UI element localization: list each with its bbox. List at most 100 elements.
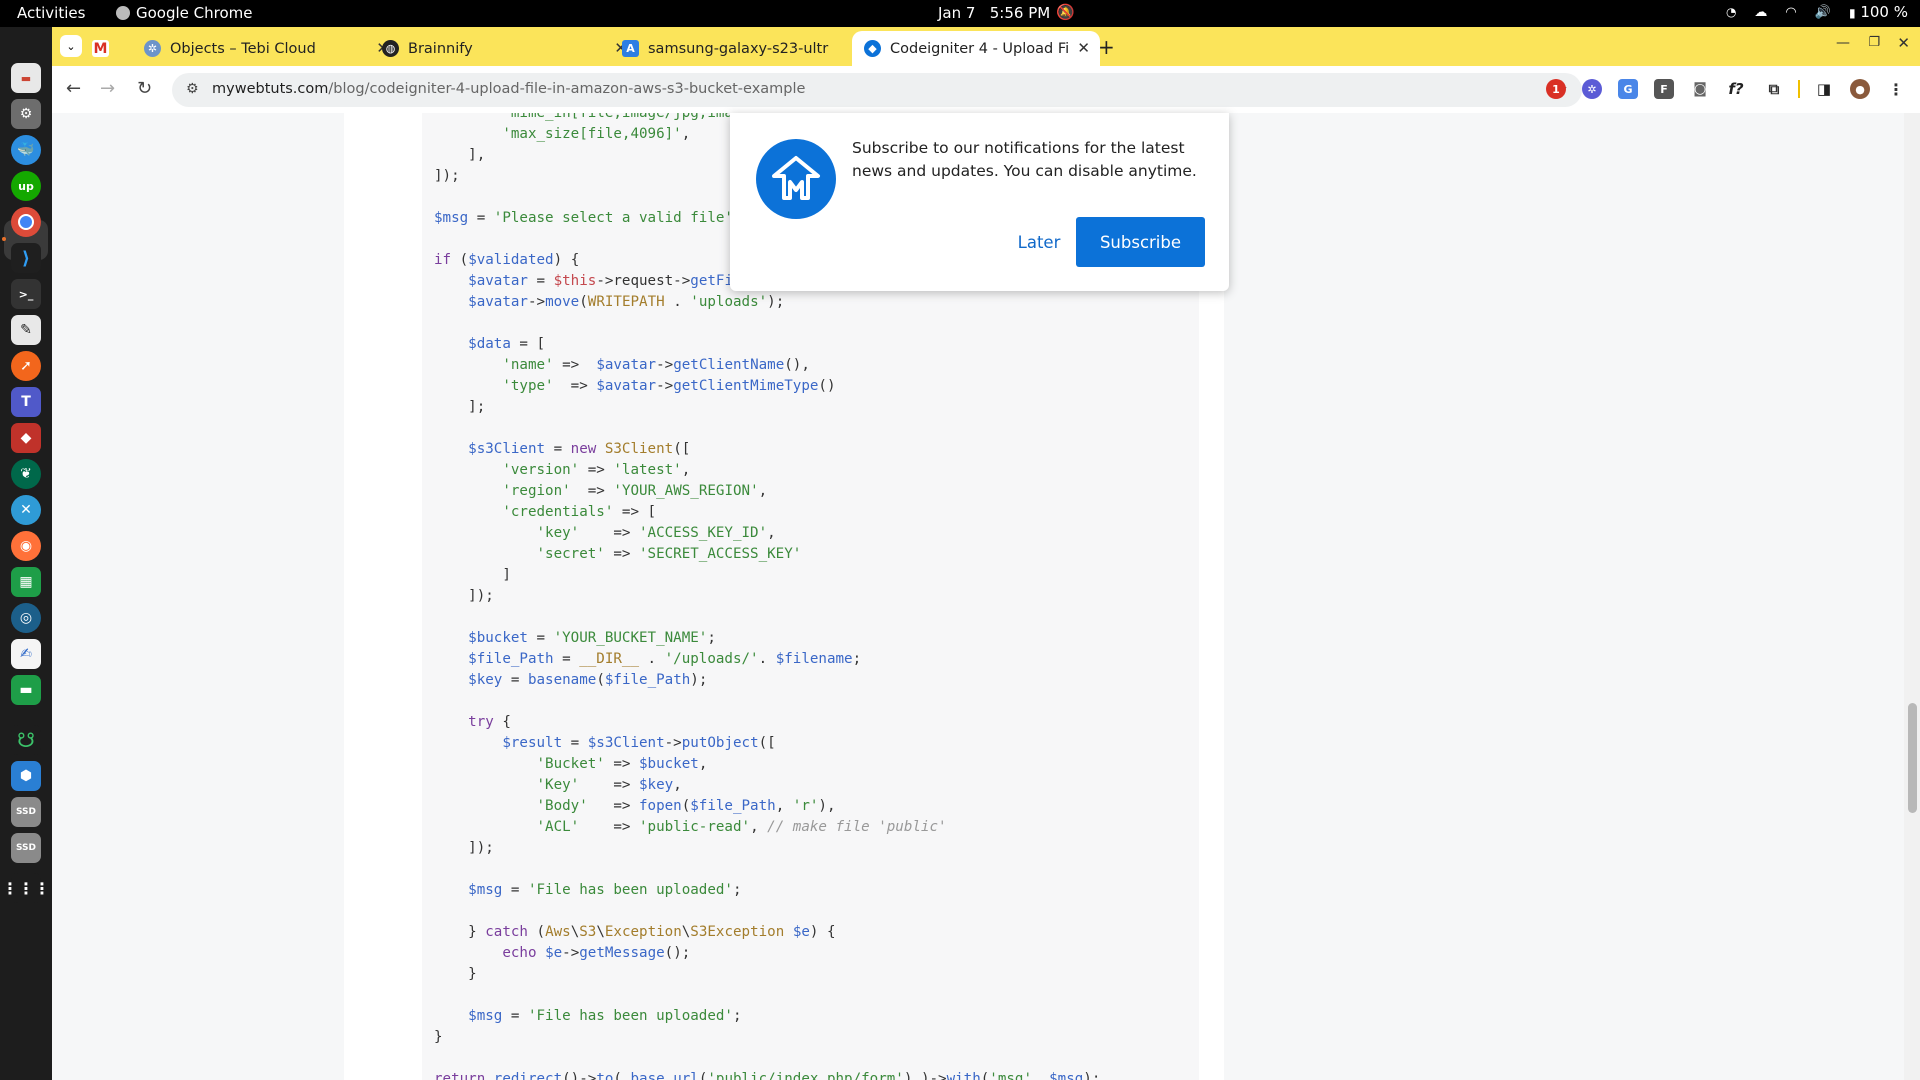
docker-icon[interactable]: 🐳 bbox=[11, 135, 41, 165]
tab-brainnify[interactable]: ◍ Brainnify ✕ bbox=[382, 31, 637, 66]
package-icon[interactable]: ⬢ bbox=[11, 761, 41, 791]
teams-icon[interactable]: T bbox=[11, 387, 41, 417]
gmail-icon: M bbox=[92, 40, 109, 57]
show-apps-icon[interactable]: ⋮⋮⋮ bbox=[2, 873, 50, 903]
toolbar-divider bbox=[1798, 80, 1800, 98]
code-line: ], bbox=[434, 147, 486, 163]
inkscape-icon[interactable]: ✎ bbox=[11, 315, 41, 345]
minimize-button[interactable]: — bbox=[1836, 35, 1850, 51]
battery-indicator: ▮ 100 % bbox=[1849, 3, 1908, 21]
mysql-workbench-icon[interactable]: ◎ bbox=[11, 603, 41, 633]
tab-title: Brainnify bbox=[408, 40, 473, 57]
code-line: ]); bbox=[434, 168, 460, 184]
code-line: ] bbox=[434, 567, 511, 583]
firefox-icon[interactable]: ◉ bbox=[11, 531, 41, 561]
code-line: return redirect()->to( base_url('public/… bbox=[434, 1071, 1101, 1080]
app-icon[interactable]: ✕ bbox=[11, 495, 41, 525]
forward-button[interactable]: → bbox=[100, 78, 115, 99]
tab-title: Objects – Tebi Cloud bbox=[170, 40, 316, 57]
code-line: $msg = 'File has been uploaded'; bbox=[468, 1008, 742, 1024]
google-translate-icon[interactable]: G bbox=[1618, 79, 1638, 99]
system-tray[interactable]: ◔ ☁ ◠ 🔊 ▮ 100 % bbox=[1726, 3, 1908, 21]
code-line: 'region' => 'YOUR_AWS_REGION', bbox=[502, 483, 768, 499]
extension-gear-icon[interactable]: ✲ bbox=[1582, 79, 1602, 99]
code-line: 'name' => $avatar->getClientName(), bbox=[502, 357, 810, 373]
popup-message: Subscribe to our notifications for the l… bbox=[852, 139, 1197, 180]
terminal-icon[interactable]: >_ bbox=[11, 279, 41, 309]
code-line: 'version' => 'latest', bbox=[502, 462, 691, 478]
chat-icon[interactable]: ▬ bbox=[11, 675, 41, 705]
wifi-icon: ◠ bbox=[1785, 4, 1797, 20]
scrollbar-thumb[interactable] bbox=[1908, 703, 1917, 813]
url-path: /blog/codeigniter-4-upload-file-in-amazo… bbox=[328, 81, 806, 97]
menu-kebab-icon[interactable]: ⋮ bbox=[1886, 79, 1906, 99]
settings-icon[interactable]: ⚙ bbox=[11, 99, 41, 129]
extension-f-icon[interactable]: F bbox=[1654, 79, 1674, 99]
site-info-icon[interactable]: ⚙ bbox=[186, 81, 199, 97]
back-button[interactable]: ← bbox=[66, 78, 81, 99]
clock[interactable]: Jan 7 5:56 PM bbox=[938, 4, 1050, 22]
code-line: 'max_size[file,4096]', bbox=[502, 126, 691, 142]
drive-icon[interactable]: SSD bbox=[11, 797, 41, 827]
close-icon[interactable]: ✕ bbox=[1077, 39, 1090, 57]
tab-title: Codeigniter 4 - Upload Fi bbox=[890, 40, 1070, 57]
window-close-button[interactable]: ✕ bbox=[1897, 34, 1910, 52]
gitkraken-icon[interactable]: ☋ bbox=[11, 725, 41, 755]
code-line: 'credentials' => [ bbox=[502, 504, 657, 520]
browser-toolbar: ← → ↻ ⚙ mywebtuts.com/blog/codeigniter-4… bbox=[52, 66, 1920, 113]
address-bar[interactable]: ⚙ mywebtuts.com/blog/codeigniter-4-uploa… bbox=[172, 73, 1582, 107]
camera-icon[interactable]: ◙ bbox=[1690, 79, 1710, 99]
mywebtuts-logo-icon bbox=[756, 139, 836, 219]
extensions-puzzle-icon[interactable]: ⧉ bbox=[1764, 79, 1784, 99]
code-line: 'secret' => 'SECRET_ACCESS_KEY' bbox=[536, 546, 802, 562]
files-icon[interactable]: ▬ bbox=[11, 63, 41, 93]
code-line: 'Body' => fopen($file_Path, 'r'), bbox=[536, 798, 836, 814]
app-name: Google Chrome bbox=[136, 4, 253, 22]
cloud-icon: ☁ bbox=[1754, 4, 1768, 20]
chrome-icon bbox=[116, 6, 130, 20]
reload-button[interactable]: ↻ bbox=[137, 78, 152, 99]
upwork-icon[interactable]: up bbox=[11, 171, 41, 201]
new-tab-button[interactable]: + bbox=[1098, 35, 1115, 59]
code-line: $file_Path = __DIR__ . '/uploads/'. $fil… bbox=[468, 651, 862, 667]
mongodb-icon[interactable]: ❦ bbox=[11, 459, 41, 489]
tab-codeigniter[interactable]: ◆ Codeigniter 4 - Upload Fi ✕ bbox=[852, 31, 1100, 66]
subscribe-button[interactable]: Subscribe bbox=[1076, 217, 1205, 267]
code-line: 'key' => 'ACCESS_KEY_ID', bbox=[536, 525, 776, 541]
app-menu[interactable]: Google Chrome bbox=[116, 4, 253, 22]
tab-search-button[interactable]: ⌄ bbox=[60, 35, 82, 57]
vscode-icon[interactable]: ⟩ bbox=[11, 243, 41, 273]
scrollbar[interactable] bbox=[1904, 113, 1920, 1080]
chrome-dock-icon[interactable] bbox=[11, 207, 41, 237]
activities-button[interactable]: Activities bbox=[17, 4, 85, 22]
tab-title: samsung-galaxy-s23-ultr bbox=[648, 40, 829, 57]
font-identifier-icon[interactable]: f? bbox=[1726, 79, 1746, 99]
code-line: 'type' => $avatar->getClientMimeType() bbox=[502, 378, 836, 394]
notifications-muted-icon: 🔕 bbox=[1056, 3, 1075, 21]
drive-icon-2[interactable]: SSD bbox=[11, 833, 41, 863]
code-line: $key = basename($file_Path); bbox=[468, 672, 708, 688]
code-line: $bucket = 'YOUR_BUCKET_NAME'; bbox=[468, 630, 716, 646]
profile-avatar[interactable]: ● bbox=[1850, 79, 1870, 99]
tab-gmail[interactable]: M bbox=[92, 31, 130, 66]
code-line: ]; bbox=[434, 399, 486, 415]
maximize-button[interactable]: ❐ bbox=[1868, 35, 1880, 50]
running-indicator bbox=[2, 237, 6, 241]
translate-icon: A bbox=[622, 40, 639, 57]
ruby-icon[interactable]: ◆ bbox=[11, 423, 41, 453]
code-line: $msg = 'Please select a valid file'; bbox=[434, 210, 742, 226]
accessibility-icon: ◔ bbox=[1725, 5, 1737, 19]
extension-badge-icon[interactable]: 1 bbox=[1546, 79, 1566, 99]
tab-tebi-cloud[interactable]: ✲ Objects – Tebi Cloud ✕ bbox=[144, 31, 399, 66]
spreadsheet-icon[interactable]: ▦ bbox=[11, 567, 41, 597]
postman-icon[interactable]: ➚ bbox=[11, 351, 41, 381]
url-text[interactable]: mywebtuts.com/blog/codeigniter-4-upload-… bbox=[212, 81, 805, 97]
tebi-icon: ✲ bbox=[144, 40, 161, 57]
battery-text: 100 % bbox=[1860, 3, 1908, 21]
code-line: 'Bucket' => $bucket, bbox=[536, 756, 708, 772]
code-line: ]); bbox=[434, 840, 494, 856]
url-host: mywebtuts.com bbox=[212, 81, 329, 97]
later-button[interactable]: Later bbox=[988, 217, 1090, 267]
text-editor-icon[interactable]: ✍ bbox=[11, 639, 41, 669]
side-panel-icon[interactable]: ◨ bbox=[1814, 79, 1834, 99]
